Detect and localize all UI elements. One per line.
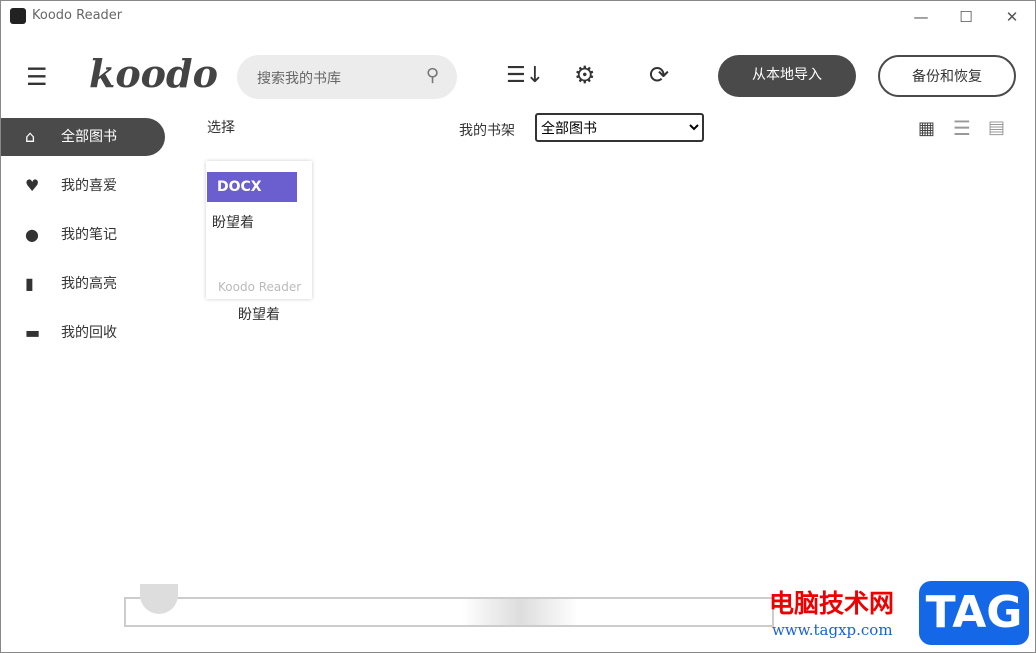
- sidebar-item-trash[interactable]: ▬ 我的回收: [1, 314, 165, 352]
- logo: koodo: [89, 51, 218, 96]
- minimize-button[interactable]: —: [906, 5, 936, 29]
- sidebar-item-label: 我的回收: [61, 325, 117, 341]
- sidebar-item-label: 我的高亮: [61, 276, 117, 292]
- sidebar-item-label: 我的喜爱: [61, 178, 117, 194]
- notebook-icon: ▮: [25, 274, 34, 293]
- grid-view-icon[interactable]: ▦: [918, 118, 935, 139]
- close-button[interactable]: ✕: [997, 5, 1027, 29]
- watermark-badge: TAG: [919, 581, 1029, 645]
- sidebar-item-all-books[interactable]: ⌂ 全部图书: [1, 118, 165, 156]
- trash-icon: ▬: [25, 323, 41, 342]
- sidebar-item-notes[interactable]: ● 我的笔记: [1, 216, 165, 254]
- home-icon: ⌂: [25, 127, 36, 146]
- sidebar-item-favorites[interactable]: ♥ 我的喜爱: [1, 167, 165, 205]
- sync-icon[interactable]: ⟳: [649, 61, 669, 89]
- search-icon[interactable]: ⚲: [426, 65, 439, 86]
- sidebar-item-label: 全部图书: [61, 129, 117, 145]
- card-view-icon[interactable]: ▤: [988, 117, 1005, 138]
- bulb-icon: ●: [25, 225, 39, 244]
- select-button[interactable]: 选择: [207, 117, 235, 137]
- search-input[interactable]: 搜索我的书库 ⚲: [237, 55, 457, 99]
- maximize-button[interactable]: ☐: [951, 5, 981, 29]
- book-card[interactable]: DOCX 盼望着 Koodo Reader: [206, 161, 312, 299]
- format-badge: DOCX: [207, 172, 297, 202]
- book-title[interactable]: 盼望着: [206, 304, 312, 324]
- title-bar: Koodo Reader — ☐ ✕: [1, 1, 1036, 33]
- window-title: Koodo Reader: [32, 8, 123, 23]
- search-placeholder: 搜索我的书库: [257, 71, 341, 87]
- cover-title: 盼望着: [212, 215, 254, 231]
- shelf-select[interactable]: 全部图书: [535, 113, 704, 142]
- heart-icon: ♥: [25, 176, 40, 195]
- app-icon: [10, 8, 26, 24]
- list-view-icon[interactable]: ☰: [953, 116, 971, 140]
- watermark-url: www.tagxp.com: [772, 621, 893, 639]
- cover-watermark: Koodo Reader: [218, 280, 302, 294]
- gear-icon[interactable]: ⚙: [574, 61, 596, 89]
- bottom-bar: [124, 597, 774, 627]
- backup-button[interactable]: 备份和恢复: [878, 55, 1016, 97]
- menu-icon[interactable]: ☰: [26, 65, 48, 89]
- watermark-site-name: 电脑技术网: [769, 589, 895, 618]
- sort-icon[interactable]: ☰↓: [506, 63, 544, 88]
- import-button[interactable]: 从本地导入: [718, 55, 856, 97]
- sidebar-item-highlights[interactable]: ▮ 我的高亮: [1, 265, 165, 303]
- sidebar-item-label: 我的笔记: [61, 227, 117, 243]
- shelf-label: 我的书架: [459, 123, 515, 139]
